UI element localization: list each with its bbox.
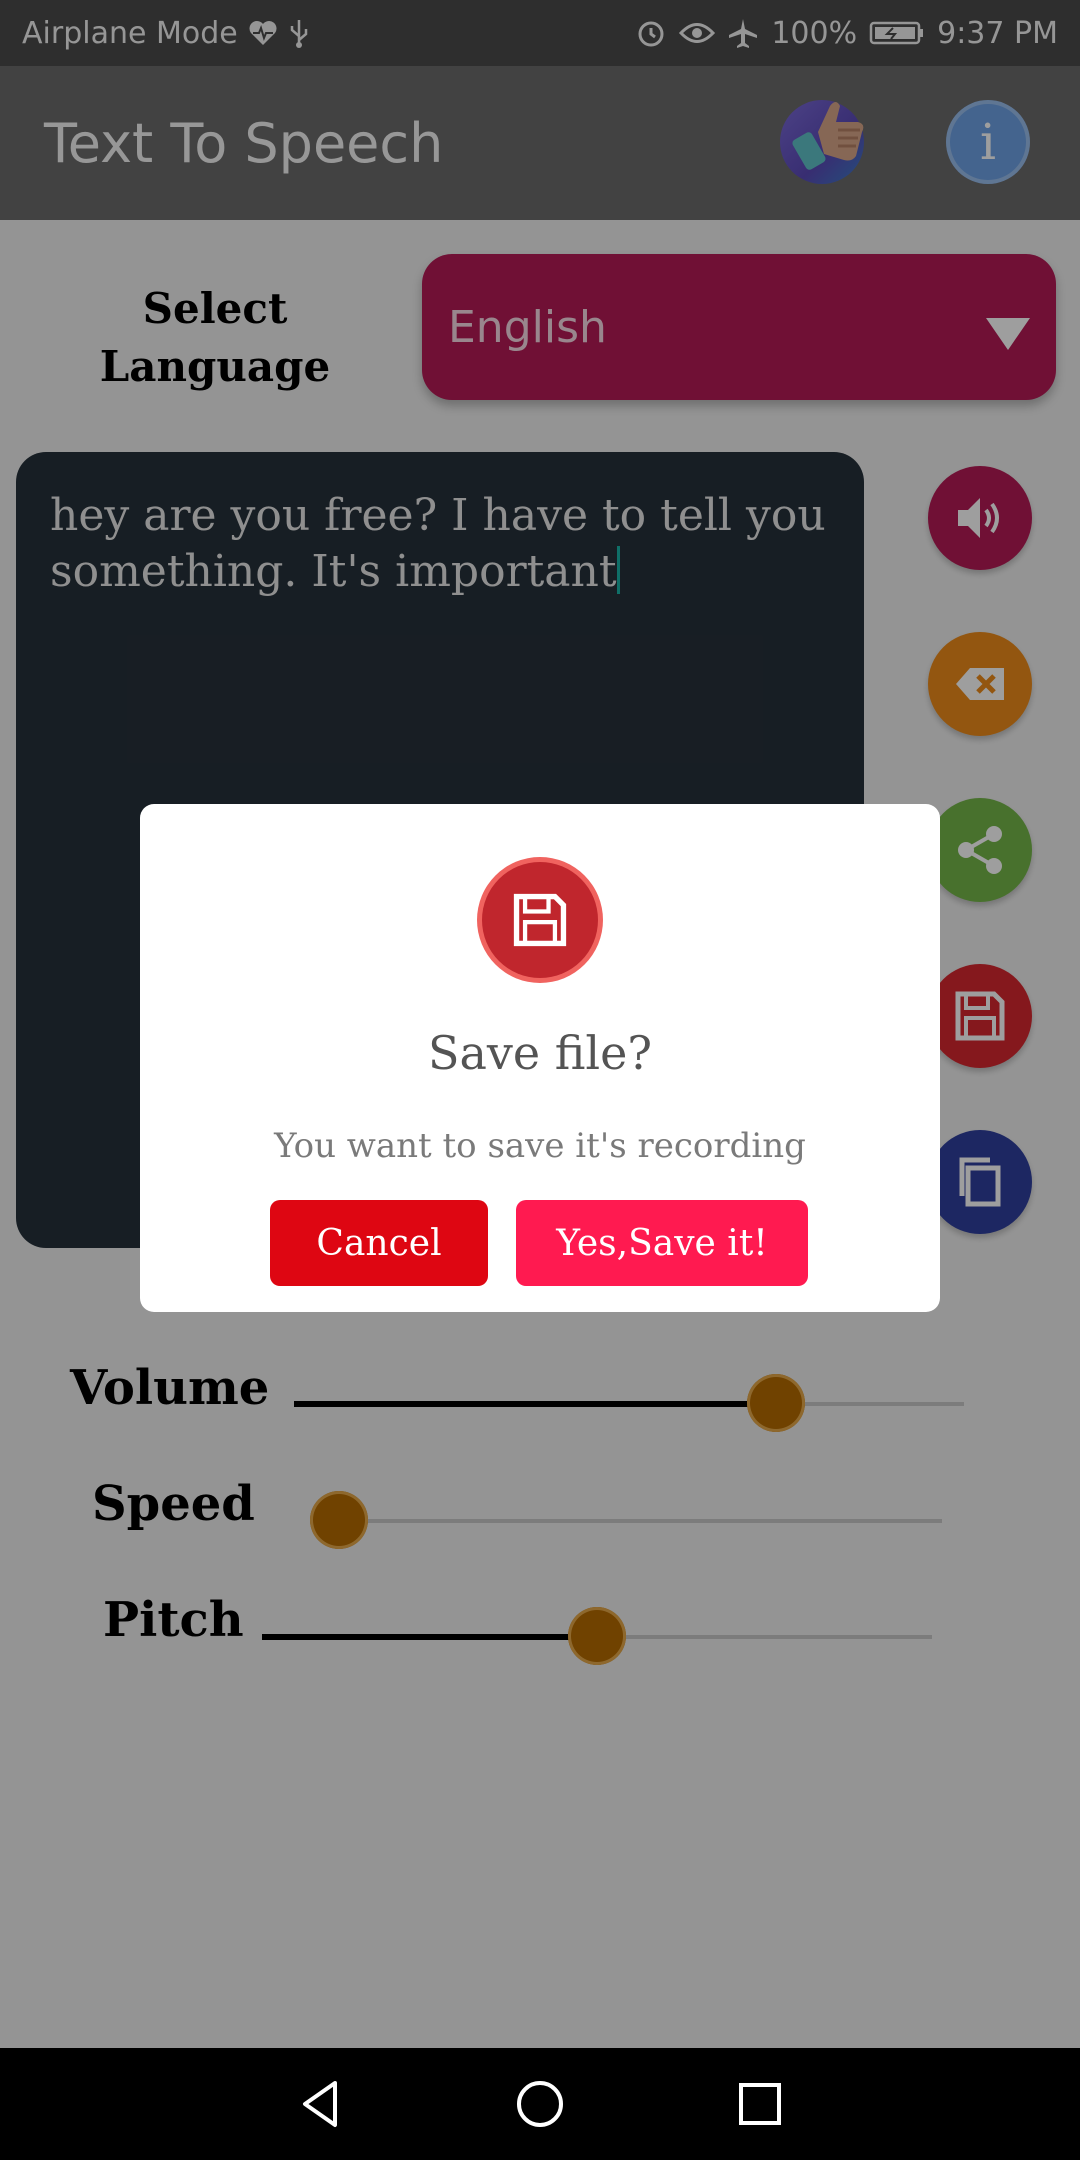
cancel-button[interactable]: Cancel xyxy=(270,1200,488,1286)
home-circle-icon xyxy=(517,2081,563,2127)
recents-button[interactable] xyxy=(732,2076,788,2132)
save-file-dialog: Save file? You want to save it's recordi… xyxy=(140,804,940,1312)
navigation-bar xyxy=(0,2048,1080,2160)
confirm-save-button[interactable]: Yes,Save it! xyxy=(516,1200,808,1286)
back-button[interactable] xyxy=(292,2076,348,2132)
floppy-disk-icon xyxy=(482,862,598,978)
home-button[interactable] xyxy=(512,2076,568,2132)
dialog-message: You want to save it's recording xyxy=(274,1126,806,1166)
dialog-title: Save file? xyxy=(427,1026,653,1080)
recents-square-icon xyxy=(739,2083,781,2125)
back-triangle-icon xyxy=(303,2081,337,2127)
